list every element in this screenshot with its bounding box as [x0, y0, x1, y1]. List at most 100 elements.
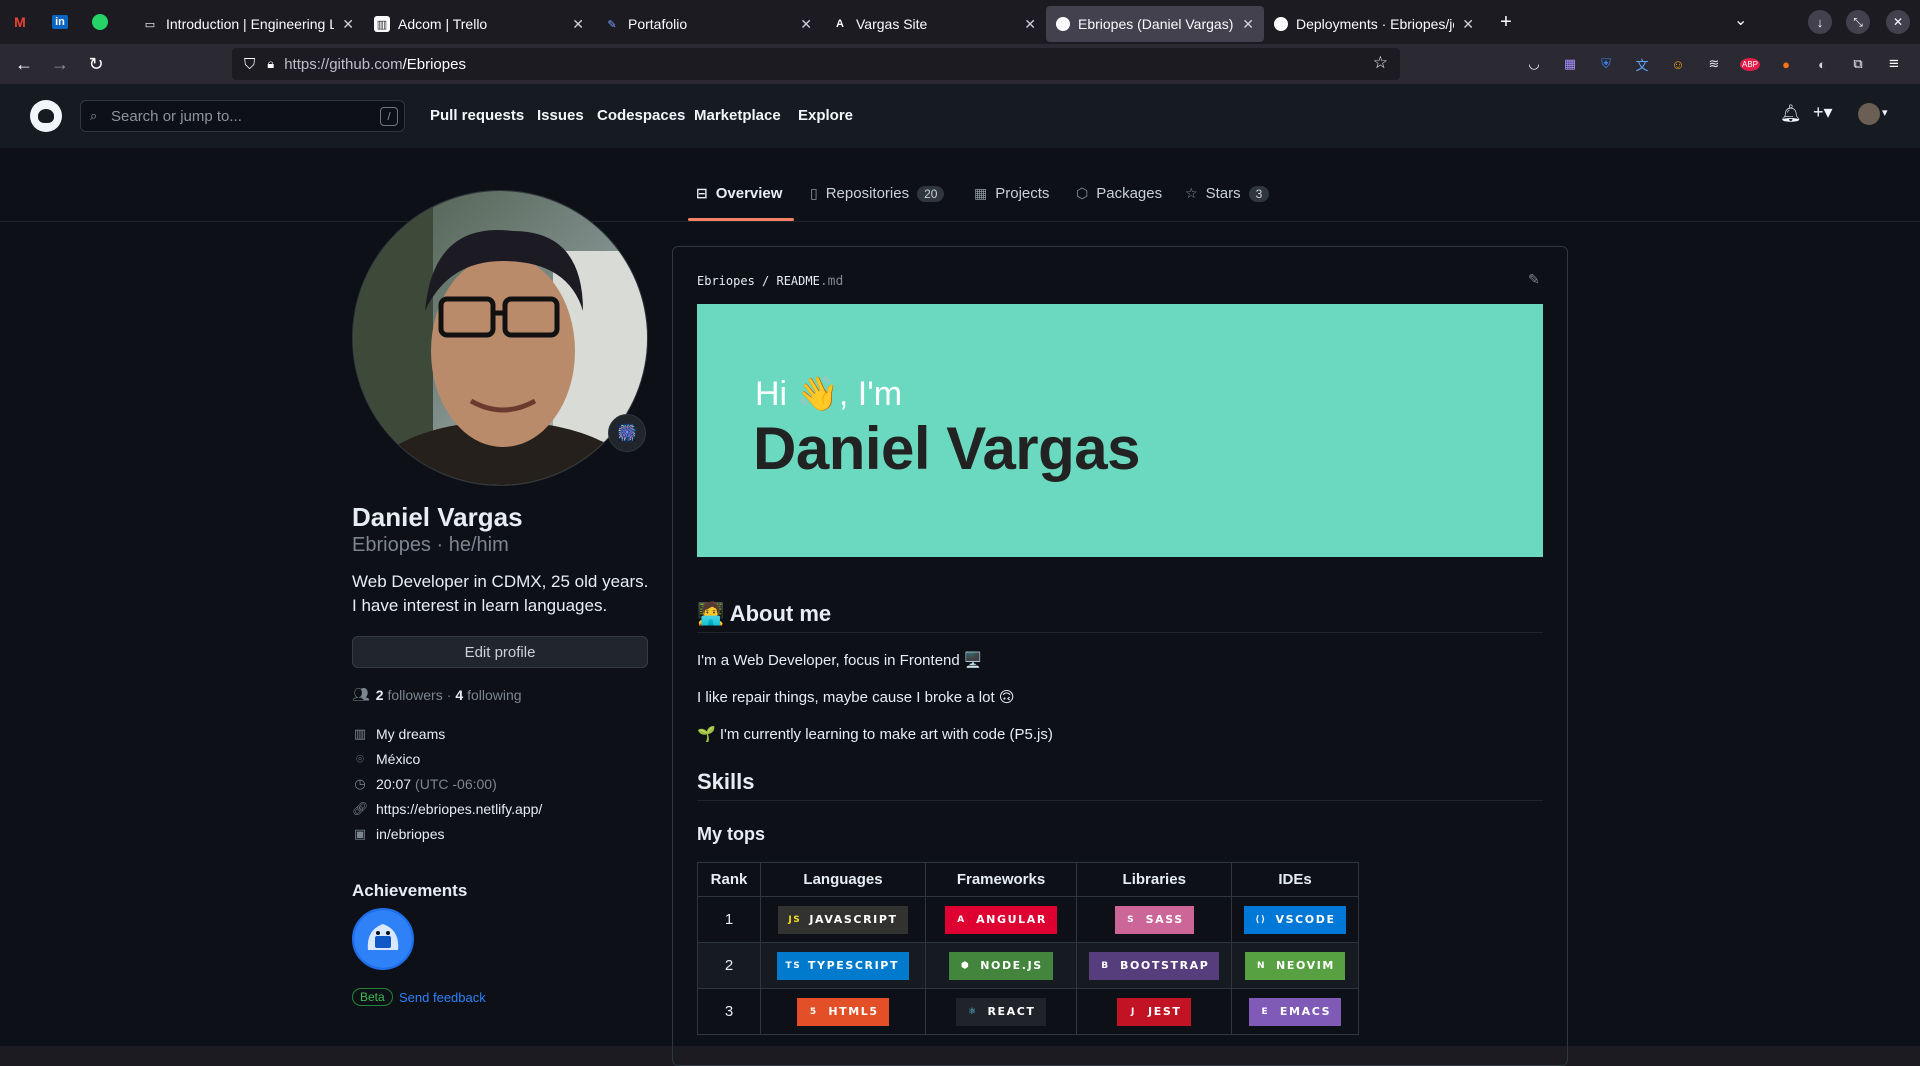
- skill-badge[interactable]: B BOOTSTRAP: [1089, 951, 1220, 980]
- close-window-icon[interactable]: ✕: [1886, 10, 1910, 34]
- gmail-pinned-tab[interactable]: M: [0, 0, 40, 44]
- readme-owner-link[interactable]: Ebriopes: [697, 274, 755, 288]
- clock-icon: ◷: [354, 776, 366, 791]
- skill-badge[interactable]: A ANGULAR: [945, 905, 1057, 934]
- profile-readme-card: Ebriopes / README.md ✎ Hi 👋, I'm Daniel …: [672, 246, 1568, 1066]
- linkedin-link[interactable]: in/ebriopes: [376, 826, 445, 842]
- new-tab-button[interactable]: +: [1488, 4, 1524, 40]
- menu-hamburger-icon[interactable]: ≡: [1876, 48, 1912, 80]
- skill-badge[interactable]: E EMACS: [1248, 997, 1342, 1026]
- skill-badge[interactable]: ⟨⟩ VSCODE: [1244, 905, 1346, 934]
- search-shortcut-key: /: [380, 107, 398, 126]
- following-link[interactable]: 4 following: [455, 687, 521, 703]
- avatar-caret-down-icon[interactable]: ▾: [1882, 106, 1888, 119]
- notifications-bell-icon[interactable]: 🔔︎: [1780, 104, 1802, 124]
- sync-extension-icon[interactable]: ≋: [1696, 48, 1732, 80]
- banner-greeting: Hi 👋, I'm: [755, 375, 903, 413]
- url-bar[interactable]: ⛉ 🔒︎ https://github.com/Ebriopes ☆: [232, 48, 1400, 80]
- close-tab-icon[interactable]: ✕: [1024, 16, 1036, 33]
- whatsapp-icon: [92, 14, 108, 30]
- back-arrow-icon[interactable]: ←: [6, 48, 42, 80]
- edit-profile-button[interactable]: Edit profile: [352, 636, 648, 668]
- brave-rewards-icon[interactable]: ●: [1768, 48, 1804, 80]
- user-avatar-menu[interactable]: [1858, 103, 1880, 125]
- skill-badge[interactable]: J JEST: [1117, 997, 1192, 1026]
- profile-avatar[interactable]: [352, 190, 648, 486]
- profile-extension-icon[interactable]: ◐: [1804, 48, 1840, 80]
- skill-badge[interactable]: S SASS: [1114, 905, 1194, 934]
- skill-badge[interactable]: 5 HTML5: [797, 997, 889, 1026]
- a-logo-icon: A: [836, 18, 844, 30]
- status-emoji-button[interactable]: 🎆: [608, 414, 646, 452]
- book-icon: ⊟: [696, 185, 708, 201]
- search-input[interactable]: ⌕ Search or jump to... /: [80, 100, 405, 132]
- skill-cell: N NEOVIM: [1231, 942, 1359, 989]
- repositories-counter: 20: [917, 185, 945, 202]
- followers-link[interactable]: 2 followers: [376, 687, 443, 703]
- close-tab-icon[interactable]: ✕: [1462, 16, 1474, 33]
- tab-repositories[interactable]: ▯ Repositories 20: [810, 185, 945, 202]
- adblock-plus-icon[interactable]: ABP: [1732, 48, 1768, 80]
- browser-tab[interactable]: A Vargas Site ✕: [822, 6, 1046, 42]
- rank-cell: 3: [697, 988, 761, 1035]
- browser-tab[interactable]: ✎ Portafolio ✕: [594, 6, 822, 42]
- readme-file-link[interactable]: README: [776, 274, 819, 288]
- skill-badge[interactable]: ⚛ REACT: [956, 997, 1046, 1026]
- lock-icon[interactable]: 🔒︎: [267, 56, 274, 72]
- tab-title: Portafolio: [628, 16, 688, 32]
- skill-badge[interactable]: JS JAVASCRIPT: [778, 905, 908, 934]
- nav-codespaces[interactable]: Codespaces: [597, 107, 685, 124]
- about-line: I like repair things, maybe cause I brok…: [697, 689, 1015, 706]
- trello-icon: ▥: [374, 16, 390, 32]
- reload-icon[interactable]: ↻: [78, 48, 114, 80]
- skill-cell: TS TYPESCRIPT: [760, 942, 926, 989]
- restore-window-icon[interactable]: ⤡: [1846, 10, 1870, 34]
- profile-page: ⊟ Overview ▯ Repositories 20 ▦ Projects …: [0, 148, 1920, 1066]
- close-tab-icon[interactable]: ✕: [1242, 16, 1254, 33]
- skill-badge[interactable]: N NEOVIM: [1245, 951, 1345, 980]
- readme-header-banner: Hi 👋, I'm Daniel Vargas: [697, 304, 1543, 557]
- list-all-tabs-chevron-down-icon[interactable]: ⌄: [1734, 10, 1747, 30]
- tampermonkey-icon[interactable]: ☺: [1660, 48, 1696, 80]
- edit-readme-pencil-icon[interactable]: ✎: [1528, 271, 1540, 288]
- tab-stars[interactable]: ☆ Stars 3: [1185, 185, 1270, 202]
- tab-projects[interactable]: ▦ Projects: [974, 185, 1049, 202]
- website-link[interactable]: https://ebriopes.netlify.app/: [376, 801, 542, 817]
- tab-overview[interactable]: ⊟ Overview: [696, 185, 782, 202]
- linkedin-pinned-tab[interactable]: in: [40, 0, 80, 44]
- close-tab-icon[interactable]: ✕: [342, 16, 354, 33]
- forward-arrow-icon[interactable]: →: [42, 48, 78, 80]
- bitwarden-icon[interactable]: ⛨: [1588, 48, 1624, 80]
- tab-packages[interactable]: ⬡ Packages: [1076, 185, 1162, 202]
- browser-tab[interactable]: ▭ Introduction | Engineering La ✕: [132, 6, 364, 42]
- downloads-icon[interactable]: ↓: [1808, 10, 1832, 34]
- nav-explore[interactable]: Explore: [798, 107, 853, 124]
- tab-title: Adcom | Trello: [398, 16, 488, 32]
- bookmark-star-icon[interactable]: ☆: [1373, 53, 1388, 73]
- skill-badge[interactable]: TS TYPESCRIPT: [776, 951, 910, 980]
- pocket-icon[interactable]: ◡: [1516, 48, 1552, 80]
- achievement-badge[interactable]: [352, 908, 414, 970]
- close-tab-icon[interactable]: ✕: [572, 16, 584, 33]
- send-feedback-link[interactable]: Send feedback: [399, 990, 486, 1005]
- skills-table: Rank Languages Frameworks Libraries IDEs…: [697, 862, 1359, 1035]
- browser-tab-active[interactable]: Ebriopes (Daniel Vargas) ✕: [1046, 6, 1264, 42]
- extensions-puzzle-icon[interactable]: ⧉: [1840, 48, 1876, 80]
- tracking-shield-icon[interactable]: ⛉: [244, 56, 255, 73]
- nav-pull-requests[interactable]: Pull requests: [430, 107, 524, 124]
- skill-logo-icon: J: [1131, 1006, 1136, 1017]
- browser-tab[interactable]: Deployments · Ebriopes/jo ✕: [1264, 6, 1484, 42]
- github-logo-icon[interactable]: [30, 100, 62, 132]
- translate-icon[interactable]: 文: [1624, 48, 1660, 80]
- nav-marketplace[interactable]: Marketplace: [694, 107, 781, 124]
- close-tab-icon[interactable]: ✕: [800, 16, 812, 33]
- following-label: following: [467, 686, 522, 703]
- nav-issues[interactable]: Issues: [537, 107, 584, 124]
- achievements-heading[interactable]: Achievements: [352, 881, 467, 901]
- whatsapp-pinned-tab[interactable]: [80, 0, 120, 44]
- rank-cell: 1: [697, 896, 761, 943]
- create-new-plus-icon[interactable]: +▾: [1813, 102, 1833, 123]
- extension-grid-icon[interactable]: ▦: [1552, 48, 1588, 80]
- skill-badge[interactable]: ⬢ NODE.JS: [949, 951, 1053, 980]
- browser-tab[interactable]: ▥ Adcom | Trello ✕: [364, 6, 594, 42]
